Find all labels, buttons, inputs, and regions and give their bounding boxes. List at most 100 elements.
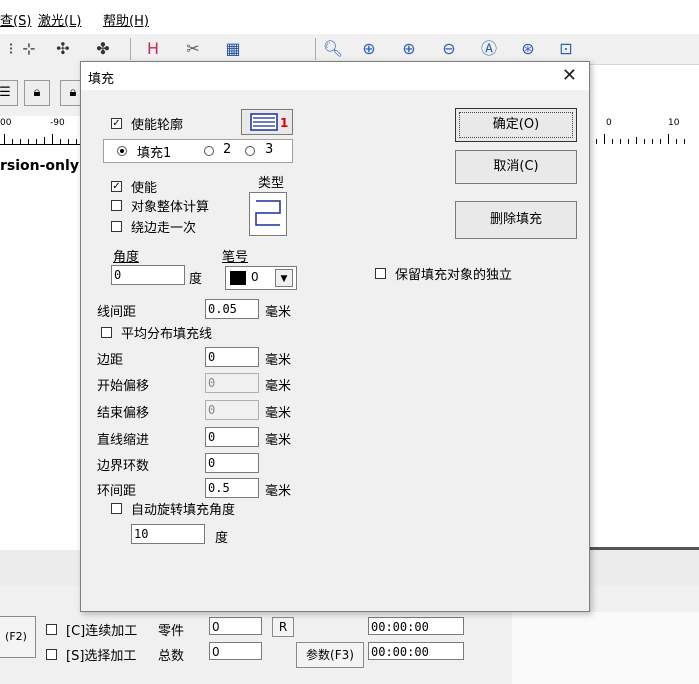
outline-style-button[interactable]: 1 bbox=[241, 109, 293, 135]
enable-checkbox[interactable]: ✓ bbox=[111, 181, 122, 192]
loop-spacing-input[interactable]: 0.5 bbox=[205, 478, 259, 498]
pen-value: 0 bbox=[251, 270, 259, 284]
start-offset-unit: 毫米 bbox=[265, 379, 292, 394]
menu-item-select[interactable]: 查(S) bbox=[0, 10, 31, 29]
loop-spacing-unit: 毫米 bbox=[265, 484, 292, 499]
total-input[interactable]: 0 bbox=[209, 642, 262, 660]
cancel-button[interactable]: 取消(C) bbox=[455, 150, 577, 184]
canvas-watermark-text: rsion-only bbox=[0, 158, 79, 174]
keep-independent-label: 保留填充对象的独立 bbox=[395, 268, 513, 283]
continuous-label: [C]连续加工 bbox=[66, 624, 138, 639]
secondary-toolbar: ☰ 🔒︎ 🔒︎ bbox=[0, 64, 90, 116]
svg-text:1: 1 bbox=[280, 116, 288, 130]
scissors-icon[interactable]: ✂ bbox=[182, 38, 204, 60]
auto-rotate-label: 自动旋转填充角度 bbox=[131, 503, 236, 518]
parts-label: 零件 bbox=[158, 624, 185, 639]
ruler-label: 10 bbox=[668, 118, 680, 128]
zoom-in-icon[interactable]: ⊕ bbox=[358, 38, 380, 60]
drawing-canvas[interactable] bbox=[590, 144, 699, 548]
reset-r-button[interactable]: R bbox=[272, 617, 294, 637]
angle-label: 角度 bbox=[113, 250, 140, 265]
parts-input[interactable]: 0 bbox=[209, 617, 262, 635]
fill-dialog: 填充 ✕ ✓ 使能轮廓 1 填充1 2 3 ✓ 使能 对象整体计算 绕边走一次 … bbox=[80, 61, 590, 612]
edge-once-checkbox[interactable] bbox=[111, 221, 122, 232]
menu-item-help[interactable]: 帮助(H) bbox=[103, 10, 149, 29]
ruler-label: 0 bbox=[606, 118, 612, 128]
chevron-down-icon[interactable]: ▼ bbox=[275, 269, 293, 287]
pen-select[interactable]: 0 ▼ bbox=[225, 266, 297, 290]
edge-once-label: 绕边走一次 bbox=[131, 221, 197, 236]
fill-tab-3-label: 3 bbox=[265, 142, 274, 157]
outline-lines-icon: 1 bbox=[250, 113, 288, 131]
margin-unit: 毫米 bbox=[265, 353, 292, 368]
ruler-label: -90 bbox=[50, 118, 65, 128]
horizontal-ruler-right: 0 10 bbox=[590, 116, 699, 145]
angle-unit: 度 bbox=[189, 272, 203, 287]
focus-rect bbox=[459, 112, 573, 138]
object-whole-calc-label: 对象整体计算 bbox=[131, 200, 210, 215]
node-select-icon[interactable]: ⊹ bbox=[18, 38, 40, 60]
zoom-fit-icon[interactable]: ⊛ bbox=[517, 38, 539, 60]
rotate-angle-input[interactable]: 10 bbox=[131, 524, 205, 544]
line-spacing-input[interactable]: 0.05 bbox=[205, 299, 259, 319]
keep-independent-checkbox[interactable] bbox=[375, 268, 386, 279]
enable-outline-checkbox[interactable]: ✓ bbox=[111, 118, 122, 129]
enable-label: 使能 bbox=[131, 181, 158, 196]
pen-label: 笔号 bbox=[222, 250, 249, 265]
grid-icon[interactable]: ▦ bbox=[222, 38, 244, 60]
start-offset-label: 开始偏移 bbox=[97, 379, 150, 394]
auto-rotate-checkbox[interactable] bbox=[111, 503, 122, 514]
delete-fill-button[interactable]: 删除填充 bbox=[455, 201, 577, 239]
total-label: 总数 bbox=[158, 649, 185, 664]
zoom-plus-icon[interactable]: ⊕ bbox=[398, 38, 420, 60]
node-edit-icon[interactable]: ✣ bbox=[52, 38, 74, 60]
border-loops-label: 边界环数 bbox=[97, 459, 150, 474]
start-offset-input[interactable]: 0 bbox=[205, 373, 259, 393]
fill-tab-1-radio[interactable] bbox=[117, 146, 127, 156]
horizontal-ruler-left: 00 -90 bbox=[0, 116, 80, 145]
loop-spacing-label: 环间距 bbox=[97, 484, 137, 499]
pen-color-swatch bbox=[230, 271, 246, 285]
margin-input[interactable]: 0 bbox=[205, 347, 259, 367]
ok-button[interactable]: 确定(O) bbox=[455, 108, 577, 142]
close-icon[interactable]: ✕ bbox=[562, 65, 577, 87]
line-indent-unit: 毫米 bbox=[265, 433, 292, 448]
end-offset-unit: 毫米 bbox=[265, 406, 292, 421]
bidirectional-fill-icon bbox=[255, 200, 281, 226]
fill-tab-3-radio[interactable] bbox=[245, 146, 255, 156]
node-move-icon[interactable]: ✤ bbox=[92, 38, 114, 60]
avg-distribute-checkbox[interactable] bbox=[101, 327, 112, 338]
zoom-minus-icon[interactable]: ⊖ bbox=[438, 38, 460, 60]
zoom-page-icon[interactable]: ⊡ bbox=[555, 38, 577, 60]
time-total: 00:00:00 bbox=[368, 642, 464, 660]
params-button[interactable]: 参数(F3) bbox=[296, 642, 364, 668]
h-tool-icon[interactable]: H bbox=[142, 38, 164, 60]
border-loops-input[interactable]: 0 bbox=[205, 453, 259, 473]
select-process-checkbox[interactable] bbox=[46, 649, 57, 660]
dialog-title: 填充 bbox=[88, 72, 115, 87]
select-process-label: [S]选择加工 bbox=[66, 649, 137, 664]
menu-item-laser[interactable]: 激光(L) bbox=[38, 10, 81, 29]
rotate-angle-unit: 度 bbox=[215, 531, 229, 546]
line-spacing-label: 线间距 bbox=[97, 305, 137, 320]
angle-input[interactable]: 0 bbox=[111, 265, 185, 285]
line-indent-label: 直线缩进 bbox=[97, 433, 150, 448]
object-whole-calc-checkbox[interactable] bbox=[111, 200, 122, 211]
zoom-a-icon[interactable]: Ⓐ bbox=[478, 38, 500, 60]
zoom-icon[interactable]: 🔍︎ bbox=[322, 38, 344, 60]
mark-f2-button[interactable]: (F2) bbox=[0, 616, 36, 658]
fill-type-button[interactable] bbox=[249, 192, 287, 236]
end-offset-input[interactable]: 0 bbox=[205, 400, 259, 420]
continuous-checkbox[interactable] bbox=[46, 624, 57, 635]
enable-outline-label: 使能轮廓 bbox=[131, 118, 184, 133]
list-icon[interactable]: ☰ bbox=[0, 80, 18, 106]
ruler-label: 00 bbox=[0, 118, 12, 128]
margin-label: 边距 bbox=[97, 353, 124, 368]
avg-distribute-label: 平均分布填充线 bbox=[121, 327, 213, 342]
line-indent-input[interactable]: 0 bbox=[205, 427, 259, 447]
fill-tab-2-radio[interactable] bbox=[204, 146, 214, 156]
lock-icon[interactable]: 🔒︎ bbox=[24, 80, 50, 106]
preview-area bbox=[512, 612, 699, 684]
type-label: 类型 bbox=[258, 176, 285, 191]
menu-bar: 查(S) 激光(L) 帮助(H) bbox=[0, 0, 699, 34]
